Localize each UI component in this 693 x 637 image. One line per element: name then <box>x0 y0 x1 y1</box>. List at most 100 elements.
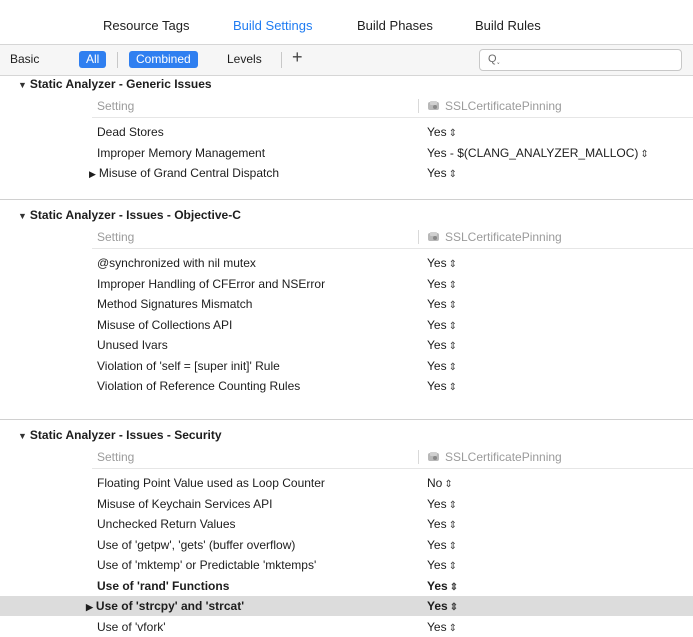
setting-value-popup[interactable]: Yes ⇕ <box>427 166 457 180</box>
setting-name: Method Signatures Mismatch <box>97 297 252 311</box>
setting-row[interactable]: Misuse of Keychain Services API Yes ⇕ <box>92 494 693 514</box>
add-setting-button[interactable]: + <box>292 47 303 68</box>
setting-column-header[interactable]: Setting <box>97 450 134 464</box>
tab-build-settings[interactable]: Build Settings <box>233 18 313 33</box>
setting-value-popup[interactable]: Yes ⇕ <box>427 277 457 291</box>
popup-updown-icon: ⇕ <box>448 341 457 352</box>
setting-value: Yes <box>427 125 447 139</box>
section-title: Static Analyzer - Issues - Security <box>29 428 222 442</box>
setting-value: Yes <box>427 517 447 531</box>
popup-updown-icon: ⇕ <box>448 128 457 139</box>
row-divider <box>92 248 693 249</box>
setting-value-popup[interactable]: Yes ⇕ <box>427 620 457 634</box>
setting-value: Yes <box>427 379 447 393</box>
setting-name: Floating Point Value used as Loop Counte… <box>97 476 325 490</box>
setting-column-header[interactable]: Setting <box>97 230 134 244</box>
setting-value-popup[interactable]: Yes ⇕ <box>427 558 457 572</box>
setting-row[interactable]: Improper Handling of CFError and NSError… <box>92 274 693 294</box>
setting-value-popup[interactable]: Yes ⇕ <box>427 318 457 332</box>
target-column-header[interactable]: SSLCertificatePinning <box>427 230 562 244</box>
setting-row[interactable]: ▶ Misuse of Grand Central Dispatch Yes ⇕ <box>89 163 693 183</box>
setting-row[interactable]: Dead Stores Yes ⇕ <box>92 122 693 142</box>
setting-row[interactable]: Violation of 'self = [super init]' Rule Y… <box>92 356 693 376</box>
setting-row[interactable]: Unused Ivars Yes ⇕ <box>92 335 693 355</box>
setting-value-popup[interactable]: No ⇕ <box>427 476 453 490</box>
setting-row[interactable]: Use of 'vfork' Yes ⇕ <box>92 617 693 637</box>
popup-updown-icon: ⇕ <box>448 361 457 373</box>
setting-name-label: Violation of Reference Counting Rules <box>97 379 301 393</box>
section-header[interactable]: ▼ Static Analyzer - Generic Issues <box>18 77 212 91</box>
setting-value-popup[interactable]: Yes ⇕ <box>427 297 457 311</box>
setting-name-label: Misuse of Grand Central Dispatch <box>98 166 279 180</box>
disclosure-triangle-icon[interactable]: ▼ <box>18 80 27 90</box>
setting-column-header[interactable]: Setting <box>97 99 134 113</box>
setting-name-label: Method Signatures Mismatch <box>97 297 253 311</box>
setting-row[interactable]: Use of 'getpw', 'gets' (buffer overflow)… <box>92 535 693 555</box>
setting-value: Yes <box>427 297 447 311</box>
tab-resource-tags[interactable]: Resource Tags <box>103 18 189 33</box>
tab-build-rules[interactable]: Build Rules <box>475 18 541 33</box>
filter-toolbar: Basic All Combined Levels + Q˯ <box>0 44 693 76</box>
target-column-header[interactable]: SSLCertificatePinning <box>427 99 562 113</box>
setting-row[interactable]: Misuse of Collections API Yes ⇕ <box>92 315 693 335</box>
setting-value: Yes <box>427 578 448 593</box>
column-header-row: Setting SSLCertificatePinning <box>92 227 693 247</box>
expand-triangle-icon[interactable]: ▶ <box>89 169 96 179</box>
setting-value-popup[interactable]: Yes ⇕ <box>427 359 457 373</box>
setting-row[interactable]: Improper Memory Management Yes - $(CLANG_… <box>92 143 693 163</box>
setting-name-label: Improper Handling of CFError and NSError <box>97 276 326 291</box>
section-header[interactable]: ▼ Static Analyzer - Issues - Objective-C <box>18 208 241 222</box>
setting-value-popup[interactable]: Yes ⇕ <box>427 599 458 613</box>
setting-value-popup[interactable]: Yes ⇕ <box>427 497 457 511</box>
section-header[interactable]: ▼ Static Analyzer - Issues - Security <box>18 428 222 442</box>
setting-name-label: Dead Stores <box>97 125 164 139</box>
popup-updown-icon: ⇕ <box>448 320 457 332</box>
setting-name-label: @synchronized with nil mutex <box>97 256 256 270</box>
setting-name: Misuse of Keychain Services API <box>97 497 272 511</box>
setting-value-popup[interactable]: Yes ⇕ <box>427 517 457 531</box>
setting-value-popup[interactable]: Yes ⇕ <box>427 538 457 552</box>
disclosure-triangle-icon[interactable]: ▼ <box>18 431 27 441</box>
filter-levels-button[interactable]: Levels <box>227 51 262 68</box>
target-name: SSLCertificatePinning <box>445 99 562 113</box>
setting-value-popup[interactable]: Yes - $(CLANG_ANALYZER_MALLOC) ⇕ <box>427 146 649 160</box>
setting-value-popup[interactable]: Yes ⇕ <box>427 338 457 352</box>
setting-row[interactable]: Unchecked Return Values Yes ⇕ <box>92 514 693 534</box>
target-column-header[interactable]: SSLCertificatePinning <box>427 450 562 464</box>
setting-row[interactable]: Floating Point Value used as Loop Counte… <box>92 473 693 493</box>
filter-all-button[interactable]: All <box>79 51 107 68</box>
search-field[interactable]: Q˯ <box>479 49 682 71</box>
popup-updown-icon: ⇕ <box>448 520 457 531</box>
target-icon <box>428 452 439 461</box>
setting-row[interactable]: @synchronized with nil mutex Yes ⇕ <box>92 253 693 273</box>
filter-combined-button[interactable]: Combined <box>129 51 198 68</box>
setting-value-popup[interactable]: Yes ⇕ <box>427 125 457 139</box>
setting-value-popup[interactable]: Yes ⇕ <box>427 256 457 270</box>
tab-build-phases[interactable]: Build Phases <box>357 18 433 33</box>
setting-value-popup[interactable]: Yes ⇕ <box>427 379 457 393</box>
setting-row[interactable]: Violation of Reference Counting Rules Yes… <box>92 376 693 396</box>
setting-value: Yes <box>427 358 447 373</box>
setting-name: Violation of 'self = [super init]' Rule <box>97 359 280 373</box>
target-icon <box>428 232 439 241</box>
expand-triangle-icon[interactable]: ▶ <box>86 602 93 612</box>
setting-row[interactable]: Method Signatures Mismatch Yes ⇕ <box>92 294 693 314</box>
section-title: Static Analyzer - Issues - Objective-C <box>29 208 241 222</box>
setting-value: No <box>427 476 443 490</box>
editor-tab-bar: Resource Tags Build Settings Build Phase… <box>0 0 693 44</box>
popup-updown-icon: ⇕ <box>448 561 457 572</box>
setting-name: ▶ Misuse of Grand Central Dispatch <box>89 166 279 180</box>
setting-value: Yes <box>427 256 447 270</box>
column-header-row: Setting SSLCertificatePinning <box>92 447 693 467</box>
setting-name: ▶ Use of 'strcpy' and 'strcat' <box>86 599 244 613</box>
setting-row[interactable]: ▶ Use of 'strcpy' and 'strcat' Yes ⇕ <box>0 596 693 616</box>
setting-value-popup[interactable]: Yes ⇕ <box>427 579 458 593</box>
setting-value: Yes - $(CLANG_ANALYZER_MALLOC) <box>427 145 639 160</box>
disclosure-triangle-icon[interactable]: ▼ <box>18 211 27 221</box>
popup-updown-icon: ⇕ <box>640 148 649 160</box>
setting-name-label: Improper Memory Management <box>97 145 266 160</box>
filter-basic-button[interactable]: Basic <box>10 51 39 68</box>
setting-value: Yes <box>427 619 447 634</box>
setting-row[interactable]: Use of 'mktemp' or Predictable 'mktemps'… <box>92 555 693 575</box>
setting-row[interactable]: Use of 'rand' Functions Yes ⇕ <box>92 576 693 596</box>
